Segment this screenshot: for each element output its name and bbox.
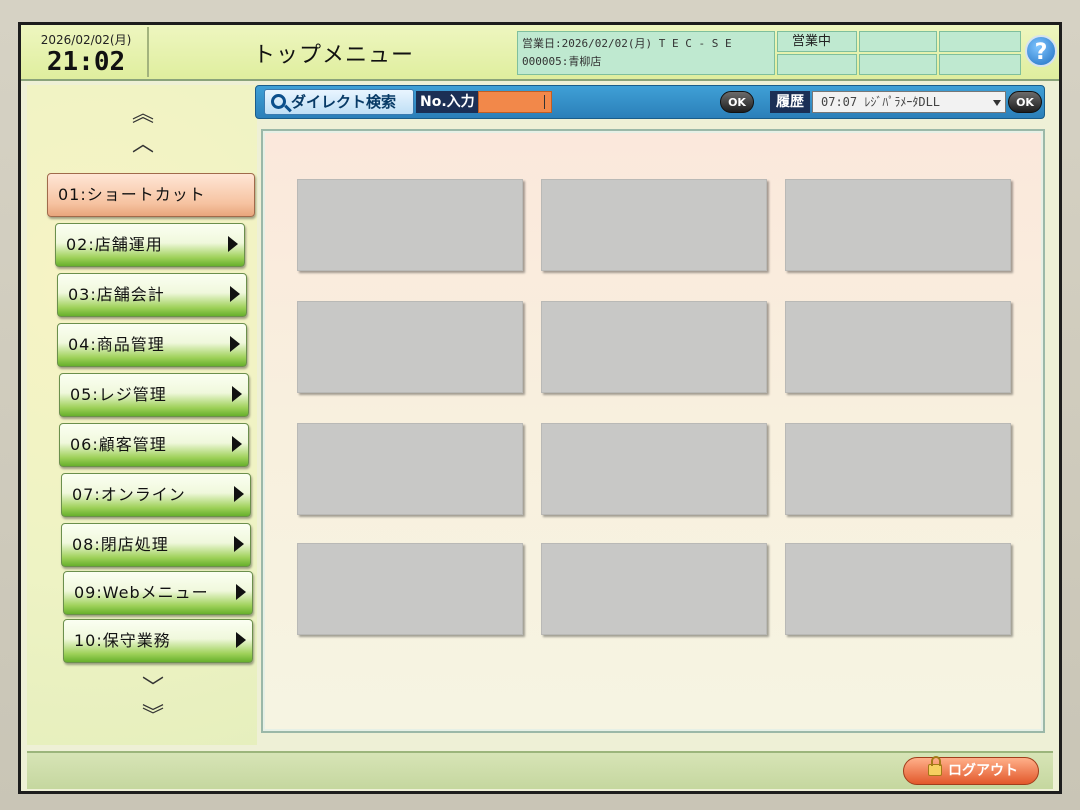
shortcut-slot[interactable] [785,543,1011,635]
sidebar-item-label: 06:顧客管理 [70,435,167,454]
number-ok-button[interactable]: OK [720,91,754,113]
status-cell [939,54,1021,75]
sidebar-item-store-accounting[interactable]: 03:店舗会計 [57,273,247,317]
status-cell [859,31,937,52]
shortcut-panel [261,129,1045,733]
shortcut-slot[interactable] [541,301,767,393]
sidebar-item-customer-management[interactable]: 06:顧客管理 [59,423,249,467]
clock: 2026/02/02(月) 21:02 [25,27,149,77]
sidebar-item-label: 04:商品管理 [68,335,165,354]
number-input-label: No.入力 [416,91,478,113]
sidebar-item-online[interactable]: 07:オンライン [61,473,251,517]
business-info: 営業日:2026/02/02(月) T E C - S E 000005:青柳店 [517,31,775,75]
direct-search-text: ダイレクト検索 [291,93,397,111]
sidebar-item-label: 09:Webメニュー [74,583,209,602]
help-button[interactable]: ? [1025,35,1057,67]
shortcut-grid [297,179,1017,635]
store-line: 000005:青柳店 [522,55,602,68]
shortcut-slot[interactable] [541,543,767,635]
chevron-right-icon [234,486,244,502]
shortcut-slot[interactable] [785,423,1011,515]
status-cell [859,54,937,75]
header: 2026/02/02(月) 21:02 トップメニュー 営業日:2026/02/… [21,25,1059,81]
sidebar-item-label: 03:店舗会計 [68,285,165,304]
scroll-up-icon[interactable]: ︿ [123,133,163,157]
chevron-right-icon [230,286,240,302]
sidebar-item-closing[interactable]: 08:閉店処理 [61,523,251,567]
sidebar-item-label: 02:店舗運用 [66,235,163,254]
shortcut-slot[interactable] [297,423,523,515]
current-time: 21:02 [46,47,126,77]
footer: ログアウト [27,751,1053,789]
status-grid: 営業中 [777,31,1021,75]
sidebar-item-shortcut[interactable]: 01:ショートカット [47,173,255,217]
shortcut-slot[interactable] [541,423,767,515]
sidebar-item-label: 05:レジ管理 [70,385,167,404]
lock-icon [928,756,942,776]
shortcut-slot[interactable] [785,301,1011,393]
sidebar-item-label: 10:保守業務 [74,631,171,650]
direct-search-label[interactable]: ダイレクト検索 [264,89,414,115]
sidebar: ︽ ︿ 01:ショートカット 02:店舗運用 03:店舗会計 04:商品管理 0… [27,85,257,745]
logout-button[interactable]: ログアウト [903,756,1039,785]
status-cell [777,54,857,75]
status-badge: 営業中 [777,31,857,52]
scroll-down-icon[interactable]: ﹀ [133,677,173,701]
sidebar-item-label: 01:ショートカット [58,185,206,204]
text-caret [544,95,545,109]
chevron-right-icon [232,436,242,452]
sidebar-item-product-management[interactable]: 04:商品管理 [57,323,247,367]
scroll-top-icon[interactable]: ︽ [123,103,163,127]
chevron-right-icon [230,336,240,352]
monitor-bezel: 2026/02/02(月) 21:02 トップメニュー 営業日:2026/02/… [0,0,1080,810]
chevron-right-icon [232,386,242,402]
shortcut-slot[interactable] [785,179,1011,271]
shortcut-slot[interactable] [297,301,523,393]
sidebar-item-maintenance[interactable]: 10:保守業務 [63,619,253,663]
shortcut-slot[interactable] [541,179,767,271]
search-icon [271,94,286,109]
history-selected-value: 07:07 ﾚｼﾞﾊﾟﾗﾒｰﾀDLL [821,95,941,109]
chevron-right-icon [228,236,238,252]
dropdown-arrow-icon [993,100,1001,106]
sidebar-item-label: 08:閉店処理 [72,535,169,554]
scroll-bottom-icon[interactable]: ︾ [133,705,173,729]
chevron-right-icon [236,632,246,648]
chevron-right-icon [236,584,246,600]
logout-label: ログアウト [948,763,1018,779]
sidebar-item-store-operation[interactable]: 02:店舗運用 [55,223,245,267]
number-input[interactable] [478,91,552,113]
sidebar-item-label: 07:オンライン [72,485,186,504]
history-label: 履歴 [770,91,810,113]
business-date-line: 営業日:2026/02/02(月) T E C - S E [522,37,732,50]
screen: 2026/02/02(月) 21:02 トップメニュー 営業日:2026/02/… [18,22,1062,794]
direct-search-bar: ダイレクト検索 No.入力 OK 履歴 07:07 ﾚｼﾞﾊﾟﾗﾒｰﾀDLL O… [255,85,1045,119]
history-ok-button[interactable]: OK [1008,91,1042,113]
sidebar-item-register-management[interactable]: 05:レジ管理 [59,373,249,417]
page-title: トップメニュー [253,43,415,68]
current-date: 2026/02/02(月) [40,33,132,47]
shortcut-slot[interactable] [297,543,523,635]
chevron-right-icon [234,536,244,552]
sidebar-item-web-menu[interactable]: 09:Webメニュー [63,571,253,615]
shortcut-slot[interactable] [297,179,523,271]
history-select[interactable]: 07:07 ﾚｼﾞﾊﾟﾗﾒｰﾀDLL [812,91,1006,113]
status-cell [939,31,1021,52]
